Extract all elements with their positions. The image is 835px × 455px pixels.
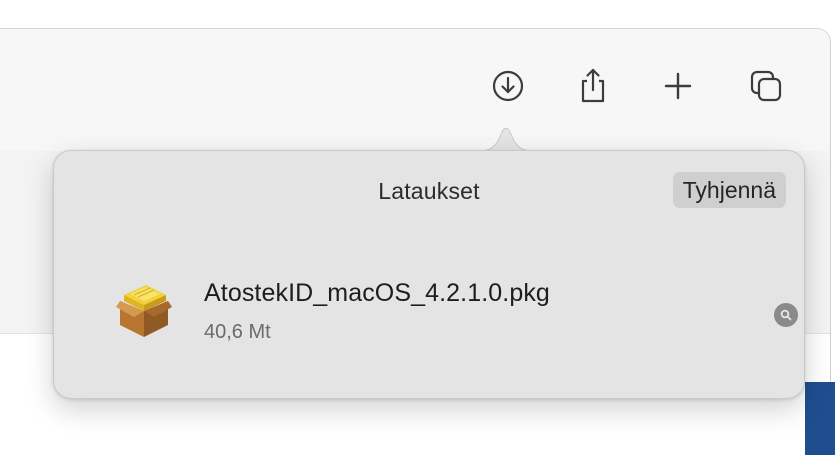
downloads-popover: Lataukset Tyhjennä AtostekID_macOS_4.2.1… <box>53 150 805 399</box>
share-button[interactable] <box>570 63 616 109</box>
download-file-size: 40,6 Mt <box>204 321 271 343</box>
new-tab-icon <box>664 72 692 100</box>
downloads-icon <box>492 70 524 102</box>
package-icon <box>116 285 172 337</box>
tab-overview-icon <box>750 70 782 102</box>
downloads-button[interactable] <box>485 63 531 109</box>
download-item[interactable]: AtostekID_macOS_4.2.1.0.pkg 40,6 Mt <box>116 269 798 349</box>
page-side-strip <box>805 382 835 455</box>
screen: Lataukset Tyhjennä AtostekID_macOS_4.2.1… <box>0 0 835 455</box>
new-tab-button[interactable] <box>655 63 701 109</box>
toolbar <box>0 29 830 152</box>
share-icon <box>581 68 605 103</box>
clear-downloads-button[interactable]: Tyhjennä <box>672 172 786 208</box>
show-in-finder-button[interactable] <box>774 303 798 327</box>
magnifier-icon <box>780 309 792 321</box>
download-file-name: AtostekID_macOS_4.2.1.0.pkg <box>204 279 550 307</box>
popover-arrow <box>479 127 533 154</box>
tab-overview-button[interactable] <box>743 63 789 109</box>
